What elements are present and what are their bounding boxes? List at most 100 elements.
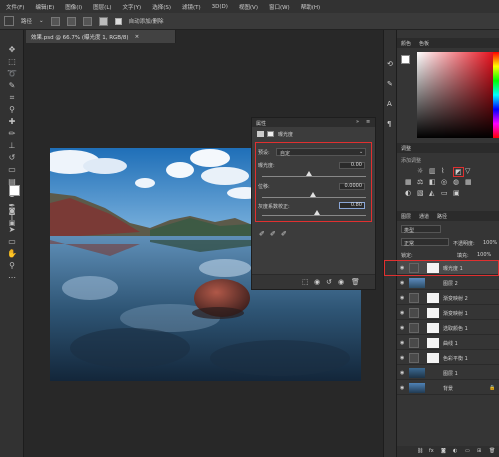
threshold-icon[interactable]: ◭	[429, 189, 434, 197]
visibility-icon[interactable]: ◉	[400, 385, 406, 391]
menu-layer[interactable]: 图层(L)	[93, 3, 111, 11]
black-white-icon[interactable]: ◧	[429, 178, 436, 186]
visibility-icon[interactable]: ◉	[400, 295, 406, 301]
layer-mask-thumbnail[interactable]	[427, 323, 439, 333]
menu-image[interactable]: 图像(I)	[65, 3, 82, 11]
vibrance-icon[interactable]: ▽	[465, 167, 470, 175]
history-brush-tool-icon[interactable]: ↺	[4, 152, 20, 163]
layer-mask-icon[interactable]	[267, 131, 274, 137]
photo-filter-icon[interactable]: ◎	[441, 178, 447, 186]
menu-view[interactable]: 视图(V)	[239, 3, 258, 11]
menu-edit[interactable]: 编辑(E)	[35, 3, 54, 11]
foreground-color-swatch[interactable]	[9, 185, 20, 196]
visibility-icon[interactable]: ◉	[400, 370, 406, 376]
menu-filter[interactable]: 滤镜(T)	[182, 3, 201, 11]
brush-tool-icon[interactable]: ✏	[4, 128, 20, 139]
layer-row[interactable]: ◉ 曲线 1	[397, 336, 499, 350]
properties-panel-header[interactable]: 属性 » ≡	[252, 118, 375, 127]
add-mask-icon[interactable]: ◙	[441, 448, 446, 454]
curves-icon[interactable]: ⌇	[441, 167, 444, 175]
trash-icon[interactable]: 🗑	[351, 278, 360, 286]
menu-select[interactable]: 选择(S)	[152, 3, 171, 11]
auto-add-delete-checkbox[interactable]	[114, 17, 122, 25]
visibility-icon[interactable]: ◉	[400, 340, 406, 346]
layer-row[interactable]: ◉ 渐变映射 2	[397, 291, 499, 305]
menu-type[interactable]: 文字(Y)	[123, 3, 142, 11]
gear-icon[interactable]	[98, 16, 108, 26]
path-align-icon[interactable]	[66, 16, 76, 26]
document-tab[interactable]: 效果.psd @ 66.7% (曝光度 1, RGB/8) ×	[26, 30, 176, 43]
color-balance-icon[interactable]: ⚖	[417, 178, 423, 186]
path-op-icon[interactable]	[50, 16, 60, 26]
layers-tab[interactable]: 图层	[401, 213, 411, 220]
quick-select-tool-icon[interactable]: ✎	[4, 80, 20, 91]
layer-mask-thumbnail[interactable]	[427, 293, 439, 303]
paragraph-icon[interactable]: ¶	[387, 120, 391, 128]
selective-color-icon[interactable]: ▣	[453, 189, 460, 197]
foreground-color-chip[interactable]	[401, 55, 410, 64]
layer-mask-thumbnail[interactable]	[427, 308, 439, 318]
layer-mask-thumbnail[interactable]	[427, 353, 439, 363]
shape-tool-icon[interactable]: ▭	[4, 236, 20, 247]
move-tool-icon[interactable]: ✥	[4, 44, 20, 55]
marquee-tool-icon[interactable]: ⬚	[4, 56, 20, 67]
new-group-icon[interactable]: ▭	[465, 448, 470, 454]
visibility-icon[interactable]: ◉	[400, 355, 406, 361]
invert-icon[interactable]: ◐	[405, 189, 411, 197]
menu-help[interactable]: 帮助(H)	[301, 3, 320, 11]
visibility-icon[interactable]: ◉	[400, 325, 406, 331]
menu-3d[interactable]: 3D(D)	[212, 4, 228, 10]
layer-row[interactable]: ◉ 图层 2	[397, 276, 499, 290]
trash-icon[interactable]: 🗑	[489, 448, 495, 454]
exposure-adjustment-icon[interactable]: ◩	[453, 167, 464, 177]
reset-icon[interactable]: ↺	[326, 278, 332, 286]
hand-tool-icon[interactable]: ✋	[4, 248, 20, 259]
layer-mask-thumbnail[interactable]	[427, 338, 439, 348]
fill-value[interactable]: 100%	[477, 252, 491, 258]
stamp-tool-icon[interactable]: ⊥	[4, 140, 20, 151]
hue-saturation-icon[interactable]: ▦	[405, 178, 412, 186]
clip-to-layer-icon[interactable]: ⬚	[302, 278, 309, 286]
lasso-tool-icon[interactable]: ➰	[4, 68, 20, 79]
character-icon[interactable]: A	[387, 100, 392, 108]
eyedropper-gray-icon[interactable]: ✐	[270, 230, 276, 238]
zoom-tool-icon[interactable]: ⚲	[4, 260, 20, 271]
chevron-down-icon[interactable]: ⌄	[39, 18, 44, 24]
close-icon[interactable]: ×	[135, 34, 140, 40]
layer-row[interactable]: ◉ 背景 🔒	[397, 381, 499, 395]
paths-tab[interactable]: 路径	[437, 213, 447, 220]
link-icon[interactable]: ⛓	[417, 448, 423, 454]
eyedropper-tool-icon[interactable]: ⚲	[4, 104, 20, 115]
collapse-icon[interactable]: »	[356, 119, 359, 125]
new-layer-icon[interactable]: ⊞	[477, 448, 481, 454]
layer-row[interactable]: ◉ 选取颜色 1	[397, 321, 499, 335]
gradient-map-icon[interactable]: ▭	[441, 189, 448, 197]
brightness-contrast-icon[interactable]: ☼	[417, 167, 423, 175]
view-previous-icon[interactable]: ◉	[314, 278, 320, 286]
layer-row[interactable]: ◉ 色彩平衡 1	[397, 351, 499, 365]
channels-tab[interactable]: 通道	[419, 213, 429, 220]
blend-mode-select[interactable]: 正常	[401, 238, 449, 247]
crop-tool-icon[interactable]: ⌗	[4, 92, 20, 103]
new-adjustment-icon[interactable]: ◐	[453, 448, 457, 454]
menu-window[interactable]: 窗口(W)	[269, 3, 290, 11]
levels-icon[interactable]: ▥	[429, 167, 436, 175]
color-field[interactable]	[417, 52, 493, 138]
visibility-icon[interactable]: ◉	[400, 310, 406, 316]
opacity-value[interactable]: 100%	[483, 240, 497, 246]
layer-row[interactable]: ◉ 渐变映射 1	[397, 306, 499, 320]
channel-mixer-icon[interactable]: ◍	[453, 178, 459, 186]
screen-mode-icon[interactable]: ▣	[4, 218, 20, 229]
menu-file[interactable]: 文件(F)	[6, 3, 24, 11]
eyedropper-white-icon[interactable]: ✐	[281, 230, 287, 238]
adjustments-tab[interactable]: 调整	[401, 145, 411, 152]
panel-menu-icon[interactable]: ≡	[366, 119, 370, 125]
pen-tool-preset-icon[interactable]	[4, 16, 14, 26]
visibility-icon[interactable]: ◉	[400, 280, 406, 286]
visibility-icon[interactable]: ◉	[338, 278, 344, 286]
more-tools-icon[interactable]: ⋯	[4, 272, 20, 283]
layer-row[interactable]: ◉ 图层 1	[397, 366, 499, 380]
swatches-tab[interactable]: 色板	[419, 40, 429, 47]
posterize-icon[interactable]: ▧	[417, 189, 424, 197]
eraser-tool-icon[interactable]: ▭	[4, 164, 20, 175]
